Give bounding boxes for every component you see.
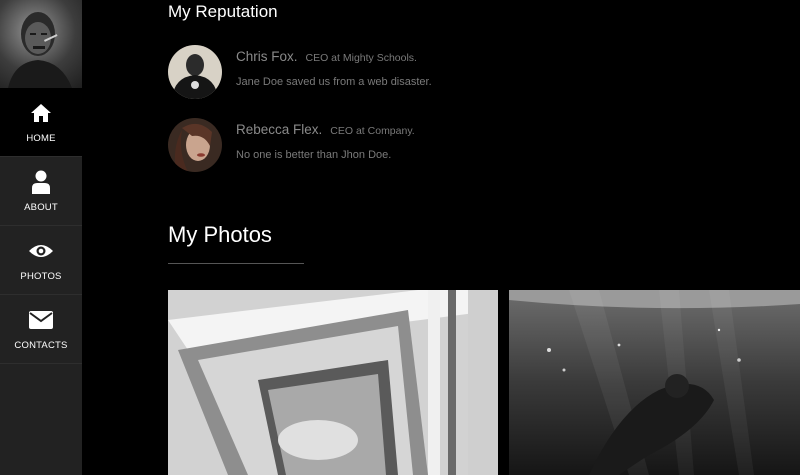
sidebar-item-contacts[interactable]: CONTACTS xyxy=(0,295,82,364)
sidebar-item-label: HOME xyxy=(26,133,56,144)
envelope-icon xyxy=(28,307,54,333)
profile-avatar xyxy=(0,0,82,88)
sidebar: HOME ABOUT PHOTOS CONTACTS xyxy=(0,0,82,475)
testimonial-role: CEO at Mighty Schools. xyxy=(305,52,417,64)
testimonial-name: Rebecca Flex. CEO at Company. xyxy=(236,122,415,137)
photo-underwater[interactable] xyxy=(509,290,800,475)
main-content: My Reputation Chris Fox. CEO at Mighty Sc… xyxy=(82,0,800,475)
sidebar-item-label: ABOUT xyxy=(24,202,58,213)
testimonial-quote: No one is better than Jhon Doe. xyxy=(236,149,392,161)
home-icon xyxy=(30,100,52,126)
reputation-title: My Reputation xyxy=(168,2,278,21)
testimonial-name: Chris Fox. CEO at Mighty Schools. xyxy=(236,49,417,64)
testimonial-role: CEO at Company. xyxy=(330,125,415,137)
sidebar-item-photos[interactable]: PHOTOS xyxy=(0,226,82,295)
user-icon xyxy=(32,169,50,195)
sidebar-item-about[interactable]: ABOUT xyxy=(0,157,82,226)
testimonial-avatar xyxy=(168,45,222,99)
testimonial-quote: Jane Doe saved us from a web disaster. xyxy=(236,76,432,88)
sidebar-item-label: CONTACTS xyxy=(14,340,68,351)
testimonial-avatar xyxy=(168,118,222,172)
sidebar-item-home[interactable]: HOME xyxy=(0,88,82,157)
photo-wedding-car[interactable] xyxy=(168,290,498,475)
photos-underline xyxy=(168,263,304,264)
photos-title: My Photos xyxy=(168,222,272,247)
sidebar-item-label: PHOTOS xyxy=(20,271,62,282)
eye-icon xyxy=(28,238,54,264)
